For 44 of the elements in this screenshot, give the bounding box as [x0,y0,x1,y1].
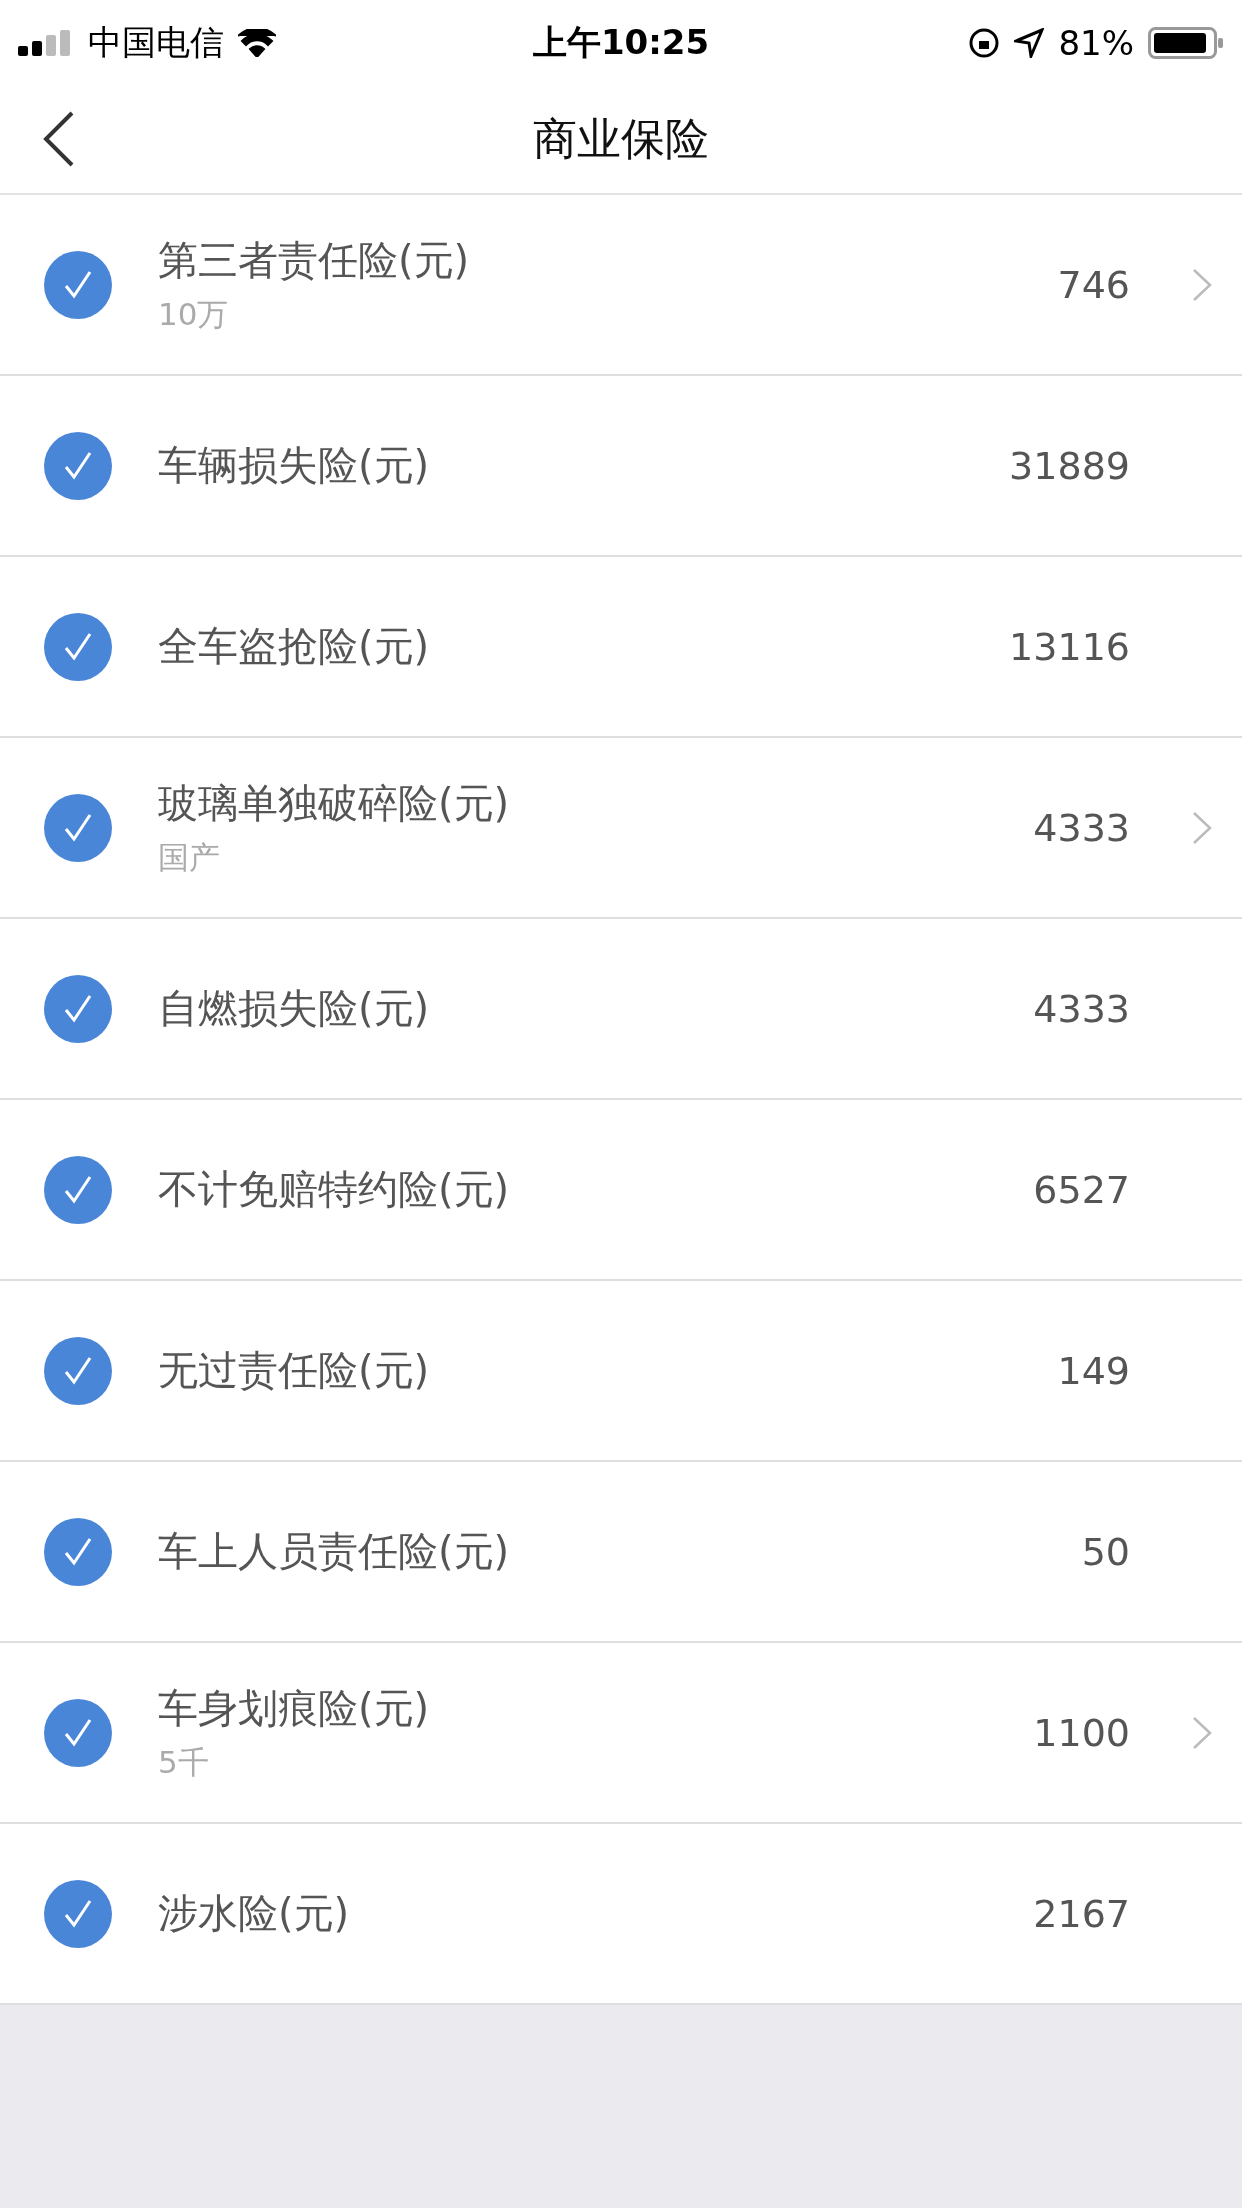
wifi-icon [238,28,276,57]
premium-value: 31889 [1009,443,1130,488]
insurance-name: 涉水险(元) [158,1889,351,1938]
insurance-row[interactable]: 全车盗抢险(元) 13116 [0,557,1242,738]
premium-value: 4333 [1033,986,1130,1031]
insurance-name: 自燃损失险(元) [158,984,431,1033]
premium-value: 6527 [1033,1167,1130,1212]
premium-value: 1100 [1033,1710,1130,1755]
insurance-row[interactable]: 无过责任险(元) 149 [0,1281,1242,1462]
insurance-name: 车辆损失险(元) [158,441,431,490]
insurance-name: 不计免赔特约险(元) [158,1165,511,1214]
premium-value: 149 [1057,1348,1130,1393]
premium-value: 746 [1057,262,1130,307]
insurance-row[interactable]: 第三者责任险(元) 10万 746 [0,195,1242,376]
page-title: 商业保险 [533,111,709,166]
insurance-name: 玻璃单独破碎险(元) [158,779,511,828]
battery-icon [1148,26,1224,59]
insurance-name: 车身划痕险(元) [158,1684,431,1733]
insurance-name: 第三者责任险(元) [158,236,471,285]
insurance-row[interactable]: 玻璃单独破碎险(元) 国产 4333 [0,738,1242,919]
coverage-amount: 国产 [158,838,221,877]
insurance-name: 无过责任险(元) [158,1346,431,1395]
insurance-row[interactable]: 车辆损失险(元) 31889 [0,376,1242,557]
coverage-amount: 10万 [158,295,230,334]
chevron-right-icon[interactable] [1192,267,1212,302]
battery-percent: 81% [1058,22,1134,63]
premium-value: 50 [1081,1529,1130,1574]
chevron-right-icon[interactable] [1192,810,1212,845]
insurance-row[interactable]: 车身划痕险(元) 5千 1100 [0,1643,1242,1824]
insurance-name: 全车盗抢险(元) [158,622,431,671]
location-arrow-icon [1014,27,1045,58]
premium-value: 2167 [1033,1891,1130,1936]
insurance-row[interactable]: 自燃损失险(元) 4333 [0,919,1242,1100]
coverage-amount: 5千 [158,1743,210,1782]
rotation-lock-icon [968,26,1001,59]
insurance-row[interactable]: 车上人员责任险(元) 50 [0,1462,1242,1643]
insurance-row[interactable]: 不计免赔特约险(元) 6527 [0,1100,1242,1281]
premium-value: 13116 [1009,624,1130,669]
status-time: 上午10:25 [532,20,710,64]
chevron-right-icon[interactable] [1192,1715,1212,1750]
insurance-row[interactable]: 涉水险(元) 2167 [0,1824,1242,2005]
insurance-name: 车上人员责任险(元) [158,1527,511,1576]
carrier-name: 中国电信 [88,20,224,64]
premium-value: 4333 [1033,805,1130,850]
